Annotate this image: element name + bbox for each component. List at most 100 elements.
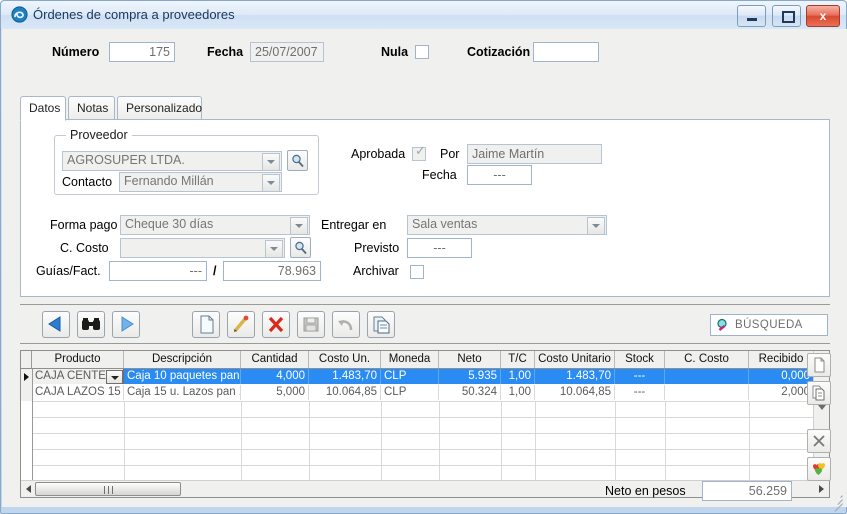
table-row[interactable]: CAJA LAZOS 15 Caja 15 u. Lazos pan 1 5,0… <box>21 385 829 401</box>
title-bar: Órdenes de compra a proveedores x <box>1 1 846 30</box>
aprobada-checkbox[interactable]: ✓ <box>412 144 426 161</box>
tab-personalizado[interactable]: Personalizado <box>117 96 202 119</box>
c-costo-combo[interactable] <box>120 238 285 258</box>
entregar-combo[interactable]: Sala ventas <box>407 215 607 235</box>
chevron-down-icon[interactable] <box>587 217 605 234</box>
cell-c-costo[interactable] <box>665 369 749 384</box>
cell-moneda[interactable]: CLP <box>381 385 439 400</box>
busqueda-label: BÚSQUEDA <box>735 319 803 331</box>
col-descripcion[interactable]: Descripción <box>124 351 241 368</box>
cell-c-costo[interactable] <box>665 385 749 400</box>
col-c-costo[interactable]: C. Costo <box>665 351 749 368</box>
maximize-button[interactable] <box>771 5 801 27</box>
cell-costo-un[interactable]: 10.064,85 <box>309 385 381 400</box>
cell-stock[interactable]: --- <box>615 369 665 384</box>
previsto-input[interactable]: --- <box>407 238 472 258</box>
col-neto[interactable]: Neto <box>439 351 501 368</box>
tab-datos[interactable]: Datos <box>20 96 66 121</box>
minimize-button[interactable] <box>737 5 767 27</box>
cell-moneda[interactable]: CLP <box>381 369 439 384</box>
col-tc[interactable]: T/C <box>501 351 535 368</box>
cell-producto[interactable]: CAJA LAZOS 15 <box>32 385 124 400</box>
grid-header-row: Producto Descripción Cantidad Costo Un. … <box>21 351 829 369</box>
col-stock[interactable]: Stock <box>615 351 665 368</box>
cell-costo-unitario[interactable]: 10.064,85 <box>535 385 615 400</box>
col-moneda[interactable]: Moneda <box>381 351 439 368</box>
delete-record-button[interactable] <box>262 311 290 338</box>
check-icon: ✓ <box>415 144 426 159</box>
close-button[interactable]: x <box>806 5 840 27</box>
col-producto[interactable]: Producto <box>32 351 124 368</box>
prev-record-button[interactable] <box>42 311 70 338</box>
window-title: Órdenes de compra a proveedores <box>33 7 235 22</box>
cell-tc[interactable]: 1,00 <box>501 369 535 384</box>
tab-strip: Datos Notas Personalizado <box>20 96 830 121</box>
application-window: Órdenes de compra a proveedores x Número… <box>0 0 847 514</box>
nula-label: Nula <box>381 45 409 59</box>
guias-input[interactable]: --- <box>109 261 207 281</box>
cell-costo-unitario[interactable]: 1.483,70 <box>535 369 615 384</box>
save-record-button[interactable] <box>297 311 325 338</box>
forma-pago-value: Cheque 30 días <box>125 217 214 231</box>
copy-line-button[interactable] <box>807 381 831 405</box>
chevron-down-icon[interactable] <box>290 217 308 234</box>
col-costo-un[interactable]: Costo Un. <box>309 351 381 368</box>
forma-pago-combo[interactable]: Cheque 30 días <box>120 215 310 235</box>
new-document-icon <box>814 357 825 373</box>
cell-recibido[interactable]: 0,000 <box>749 369 814 384</box>
add-line-button[interactable] <box>807 353 831 377</box>
scroll-left-button[interactable] <box>21 481 35 497</box>
cell-cantidad[interactable]: 5,000 <box>241 385 309 400</box>
proveedor-search-button[interactable] <box>287 150 308 171</box>
next-record-button[interactable] <box>112 311 140 338</box>
edit-record-button[interactable] <box>227 311 255 338</box>
proveedor-combo[interactable]: AGROSUPER LTDA. <box>62 151 282 171</box>
cell-neto[interactable]: 50.324 <box>439 385 501 400</box>
scroll-thumb-marker[interactable] <box>814 405 829 420</box>
cotizacion-input[interactable] <box>533 42 599 62</box>
factura-input[interactable]: 78.963 <box>223 261 321 281</box>
window-controls: x <box>735 5 840 27</box>
scroll-right-button[interactable] <box>815 481 829 497</box>
resize-grip[interactable] <box>831 492 843 512</box>
cell-descripcion[interactable]: Caja 10 paquetes pan <box>124 369 241 384</box>
archivar-checkbox[interactable] <box>410 265 424 279</box>
undo-button[interactable] <box>332 311 360 338</box>
fecha-input[interactable]: 25/07/2007 <box>250 42 324 62</box>
col-costo-unitario[interactable]: Costo Unitario <box>535 351 615 368</box>
h-scroll-thumb[interactable] <box>35 482 181 496</box>
col-cantidad[interactable]: Cantidad <box>241 351 309 368</box>
cell-recibido[interactable]: 2,000 <box>749 385 814 400</box>
nula-checkbox[interactable] <box>415 45 429 59</box>
cell-stock[interactable]: --- <box>615 385 665 400</box>
aprobacion-fecha-input[interactable]: --- <box>467 165 532 185</box>
cell-neto[interactable]: 5.935 <box>439 369 501 384</box>
tab-page-datos: Proveedor AGROSUPER LTDA. Contacto Ferna… <box>20 119 830 297</box>
c-costo-search-button[interactable] <box>290 237 311 258</box>
producto-cell-dropdown[interactable] <box>106 370 123 384</box>
por-input[interactable]: Jaime Martín <box>467 144 602 164</box>
cell-costo-un[interactable]: 1.483,70 <box>309 369 381 384</box>
table-row[interactable]: CAJA CENTE Caja 10 paquetes pan 4,000 1.… <box>21 369 829 385</box>
cell-cantidad[interactable]: 4,000 <box>241 369 309 384</box>
tab-notas[interactable]: Notas <box>68 96 115 119</box>
cell-descripcion[interactable]: Caja 15 u. Lazos pan 1 <box>124 385 241 400</box>
new-record-button[interactable] <box>192 311 220 338</box>
line-items-grid[interactable]: Producto Descripción Cantidad Costo Un. … <box>20 350 830 498</box>
chevron-down-icon[interactable] <box>262 174 280 191</box>
col-recibido[interactable]: Recibido <box>749 351 814 368</box>
delete-line-button[interactable] <box>807 429 831 453</box>
find-record-button[interactable] <box>77 311 105 338</box>
row-colors-button[interactable] <box>807 457 831 481</box>
magnifier-icon <box>294 241 308 258</box>
numero-input[interactable]: 175 <box>109 42 175 62</box>
proveedor-group-title: Proveedor <box>66 128 132 142</box>
contacto-combo[interactable]: Fernando Millán <box>119 172 282 192</box>
chevron-down-icon[interactable] <box>262 153 280 170</box>
new-document-icon <box>200 315 214 334</box>
chevron-down-icon[interactable] <box>265 240 283 257</box>
busqueda-button[interactable]: BÚSQUEDA <box>710 314 828 336</box>
copy-record-button[interactable] <box>367 311 395 338</box>
aprobacion-fecha-label: Fecha <box>422 168 457 182</box>
cell-tc[interactable]: 1,00 <box>501 385 535 400</box>
